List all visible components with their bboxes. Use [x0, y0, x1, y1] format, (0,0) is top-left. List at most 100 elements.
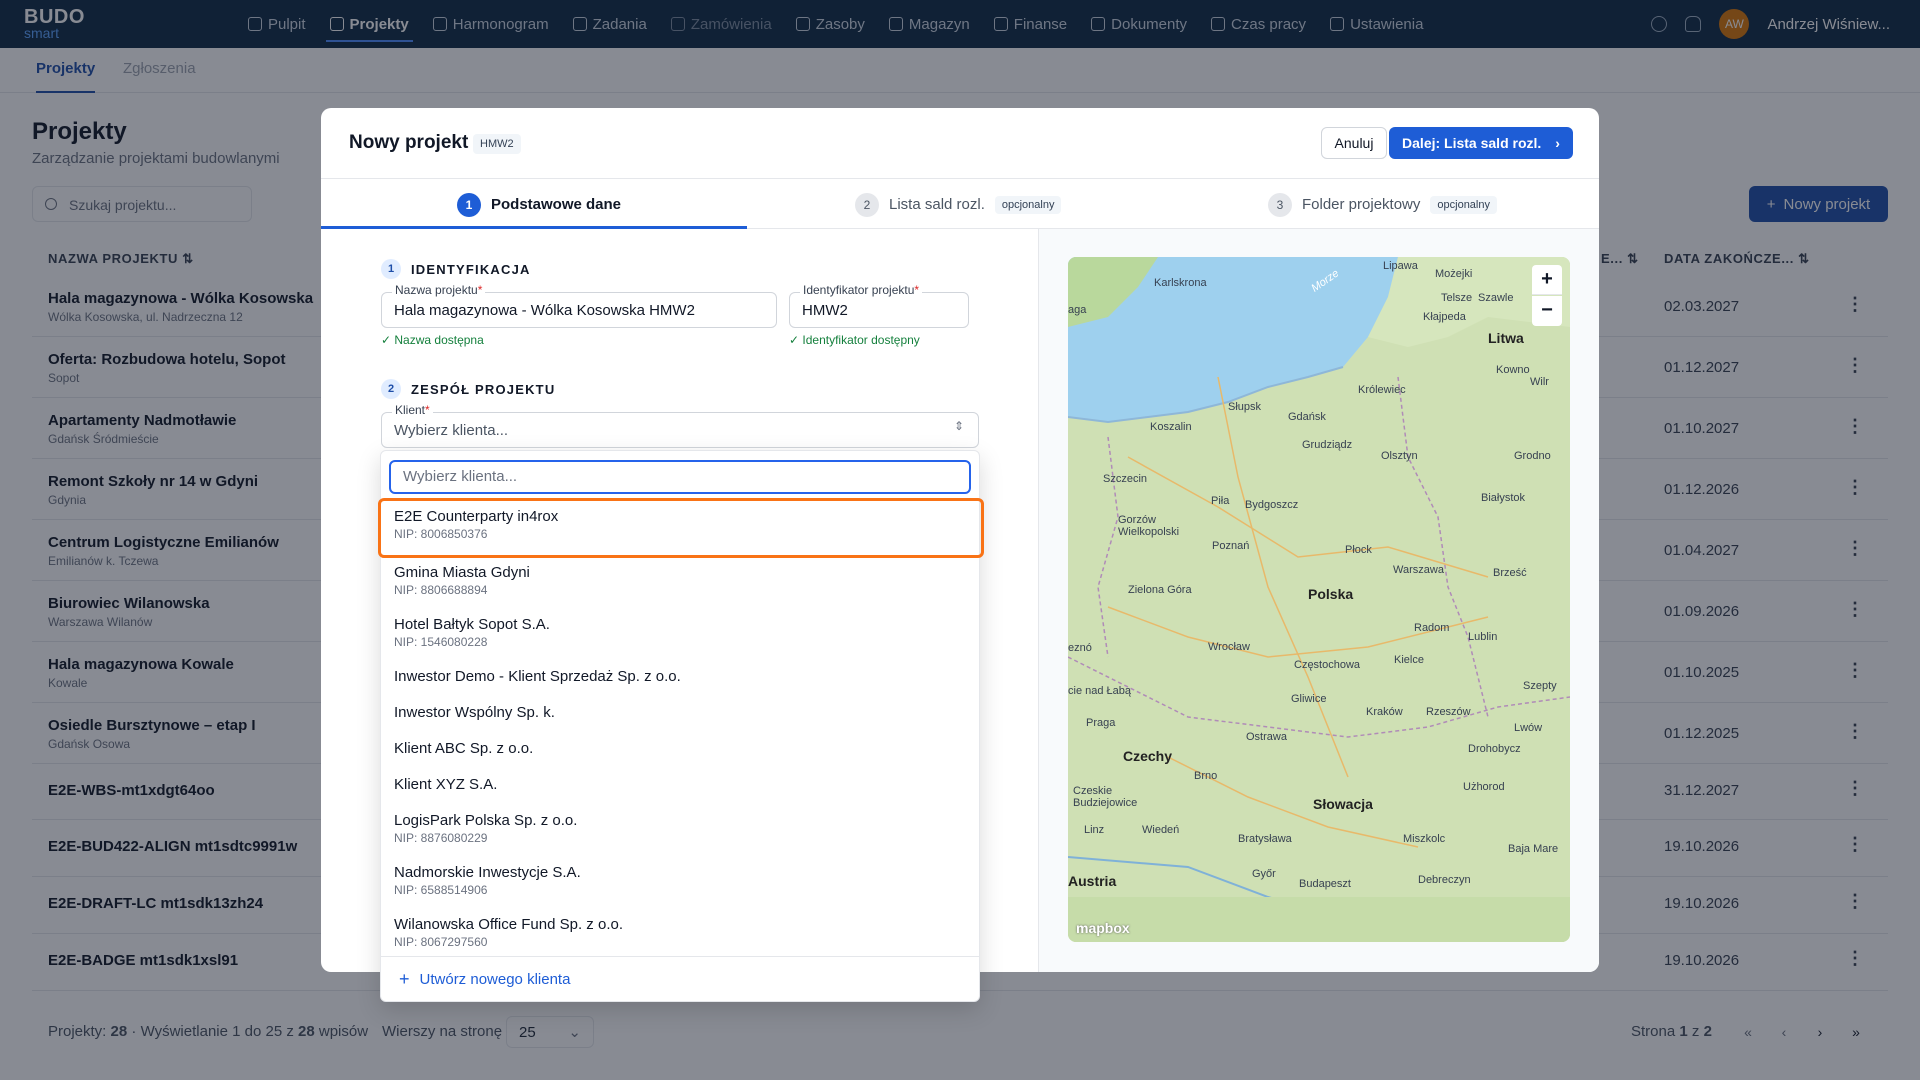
create-client-button[interactable]: + Utwórz nowego klienta: [381, 956, 979, 1002]
client-option-nip: NIP: 8876080229: [394, 831, 488, 845]
map-place-label: Czeskie Budziejowice: [1073, 785, 1138, 809]
map-place-label: Lublin: [1468, 631, 1498, 643]
map-place-label: Częstochowa: [1294, 659, 1361, 671]
client-option-name: LogisPark Polska Sp. z o.o.: [394, 812, 578, 829]
step-1-tab[interactable]: 1 Podstawowe dane: [457, 179, 621, 230]
map-place-label: Drohobycz: [1468, 743, 1521, 755]
map-place-label: cie nad Łabą: [1068, 685, 1131, 697]
next-step-button[interactable]: Dalej: Lista sald rozl. ›: [1389, 127, 1573, 159]
client-option-name: Nadmorskie Inwestycje S.A.: [394, 864, 581, 881]
client-select[interactable]: Klient* Wybierz klienta... ⇕: [381, 403, 979, 448]
client-option[interactable]: Nadmorskie Inwestycje S.A. NIP: 658851490…: [381, 855, 979, 907]
map-place-label: Kowno: [1496, 364, 1530, 376]
zoom-in-button[interactable]: +: [1532, 265, 1562, 295]
map-place-label: Wrocław: [1208, 641, 1250, 653]
client-option-nip: NIP: 8067297560: [394, 935, 488, 949]
map-place-label: Gorzów Wielkopolski: [1118, 514, 1180, 538]
client-option[interactable]: Wilanowska Office Fund Sp. z o.o. NIP: 80…: [381, 907, 979, 959]
map-place-label: Baja Mare: [1508, 843, 1559, 855]
client-option[interactable]: Hotel Bałtyk Sopot S.A. NIP: 1546080228: [381, 607, 979, 659]
map-place-label: Gliwice: [1291, 693, 1327, 705]
map-place-label: Królewiec: [1358, 384, 1406, 396]
step-3-tab[interactable]: 3 Folder projektowy opcjonalny: [1268, 179, 1497, 230]
client-option[interactable]: Inwestor Wspólny Sp. k.: [381, 695, 979, 731]
client-option-nip: NIP: 6588514906: [394, 883, 488, 897]
map-place-label: Ostrawa: [1246, 731, 1287, 743]
client-option-name: Inwestor Demo - Klient Sprzedaż Sp. z o.…: [394, 668, 681, 685]
map-place-label: Warszawa: [1393, 564, 1444, 576]
map-place-label: Kraków: [1366, 706, 1403, 718]
client-option-name: Gmina Miasta Gdyni: [394, 564, 530, 581]
map-place-label: Brno: [1194, 770, 1218, 782]
client-option-nip: NIP: 8806688894: [394, 583, 488, 597]
zoom-out-button[interactable]: −: [1532, 296, 1562, 326]
map-place-label: Wiedeń: [1142, 824, 1180, 836]
client-option-name: Wilanowska Office Fund Sp. z o.o.: [394, 916, 623, 933]
map-place-label: Kielce: [1394, 654, 1424, 666]
map-place-label: Bratysława: [1238, 833, 1292, 845]
map-place-label: Praga: [1086, 717, 1116, 729]
map-place-label: Zielona Góra: [1128, 584, 1192, 596]
map-place-label: Debreczyn: [1418, 874, 1471, 886]
client-option[interactable]: LogisPark Polska Sp. z o.o. NIP: 88760802…: [381, 803, 979, 855]
map-place-label: Szawle: [1478, 292, 1514, 304]
cancel-button[interactable]: Anuluj: [1321, 127, 1387, 159]
map-view[interactable]: Lipawa Możejki Karlskrona Telsze Szawle Kłajp…: [1068, 257, 1570, 942]
map-place-label: Linz: [1084, 824, 1105, 836]
map-place-label: Lwów: [1514, 722, 1543, 734]
client-option-name: Klient XYZ S.A.: [394, 776, 498, 793]
map-place-label: Telsze: [1441, 292, 1473, 304]
map-place-label: Użhorod: [1463, 781, 1505, 793]
map-place-label: Budapeszt: [1299, 878, 1351, 890]
map-place-label: Możejki: [1435, 268, 1473, 280]
map-place-label: Słowacja: [1313, 796, 1373, 812]
map-place-label: Radom: [1414, 622, 1450, 634]
map-place-label: Austria: [1068, 873, 1117, 889]
map-place-label: Szczecin: [1103, 473, 1148, 485]
map-place-label: Grodno: [1514, 450, 1551, 462]
map-place-label: Słupsk: [1228, 401, 1262, 413]
map-place-label: Kłajpeda: [1423, 311, 1466, 323]
client-option[interactable]: Klient XYZ S.A.: [381, 767, 979, 803]
client-option-name: Inwestor Wspólny Sp. k.: [394, 704, 555, 721]
map-place-label: Koszalin: [1150, 421, 1192, 433]
map-place-label: Bydgoszcz: [1245, 499, 1299, 511]
plus-icon: +: [399, 969, 410, 989]
chevron-right-icon: ›: [1555, 135, 1560, 151]
map-place-label: Wilr: [1530, 376, 1549, 388]
map-place-label: Płock: [1345, 544, 1372, 556]
client-option[interactable]: Gmina Miasta Gdyni NIP: 8806688894: [381, 555, 979, 607]
map-place-label: Gdańsk: [1288, 411, 1326, 423]
map-place-label: Piła: [1211, 495, 1230, 507]
client-option[interactable]: Klient ABC Sp. z o.o.: [381, 731, 979, 767]
map-place-label: Szepty: [1523, 680, 1557, 692]
create-client-label: Utwórz nowego klienta: [419, 971, 571, 988]
client-option-name: Klient ABC Sp. z o.o.: [394, 740, 534, 757]
map-place-label: eznó: [1068, 642, 1092, 654]
map-place-label: Miszkolc: [1403, 833, 1446, 845]
map-place-label: Lipawa: [1383, 260, 1418, 272]
step-tabs: 1 Podstawowe dane 2 Lista sald rozl. opcjon…: [321, 178, 1599, 229]
map-place-label: Rzeszów: [1426, 706, 1471, 718]
active-step-indicator: [321, 226, 747, 229]
step-2-tab[interactable]: 2 Lista sald rozl. opcjonalny: [855, 179, 1062, 230]
mapbox-logo[interactable]: mapbox: [1076, 920, 1130, 936]
map-place-label: Győr: [1252, 868, 1276, 880]
modal-title: Nowy projekt: [349, 132, 469, 153]
map-place-label: Karlskrona: [1154, 277, 1207, 289]
map-place-label: Poznań: [1212, 540, 1250, 552]
client-option-name: Hotel Bałtyk Sopot S.A.: [394, 616, 550, 633]
project-id-ok: ✓ Identyfikator dostępny: [789, 333, 920, 347]
project-name-ok: ✓ Nazwa dostępna: [381, 333, 484, 347]
project-id-field[interactable]: Identyfikator projektu* HMW2: [789, 283, 969, 328]
project-code-badge: HMW2: [473, 134, 521, 154]
map-place-label: Olsztyn: [1381, 450, 1418, 462]
section-team: 2 ZESPÓŁ PROJEKTU: [381, 379, 555, 399]
client-search-input[interactable]: Wybierz klienta...: [389, 460, 971, 494]
project-name-field[interactable]: Nazwa projektu* Hala magazynowa - Wólka …: [381, 283, 777, 328]
chevron-updown-icon: ⇕: [953, 419, 964, 433]
map-place-label: Litwa: [1488, 330, 1524, 346]
client-dropdown: Wybierz klienta... E2E Counterparty in4r…: [378, 450, 984, 1002]
map-place-label: Grudziądz: [1302, 439, 1353, 451]
client-option[interactable]: Inwestor Demo - Klient Sprzedaż Sp. z o.…: [381, 659, 979, 695]
